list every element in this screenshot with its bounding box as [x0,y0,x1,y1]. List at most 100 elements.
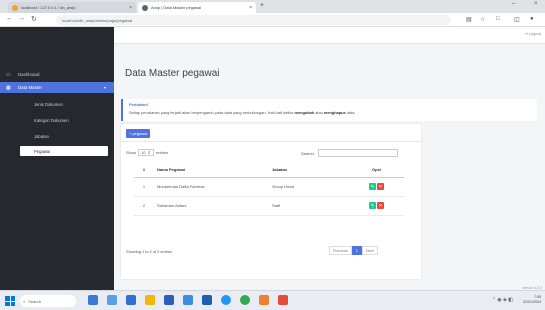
add-pegawai-button[interactable]: + pegawai [126,129,151,138]
edge-icon[interactable] [221,295,231,305]
sidebar-item-data-master[interactable]: ▦ Data Master ▾ [0,82,114,93]
minimize-icon[interactable]: – [512,1,515,7]
pegawai-card: + pegawai Show 10 ⇕ entries Search: # Na… [121,124,421,279]
sidebar-sub-jabatan[interactable]: Jabatan [20,131,108,141]
app-shield-icon[interactable] [183,295,193,305]
column-header: Opsi [349,162,404,178]
monitor-icon: ▭ [6,71,11,78]
page-1-button[interactable]: 1 [351,246,362,255]
app-window-icon[interactable] [126,295,136,305]
phpmyadmin-icon [12,4,18,11]
bookmark-star-icon[interactable]: ☆ [480,16,485,23]
app-topbar: ⇥ Logout [114,27,545,44]
alert-bold-text: mengubah [294,110,315,115]
globe-icon [142,4,148,11]
clock-date: 22/01/2024 [523,300,541,304]
app-grid-icon[interactable] [164,295,174,305]
page-length-control: Show 10 ⇕ entries [126,149,168,156]
edit-icon[interactable]: ✎ [369,183,376,190]
alert-bold-text: menghapus [323,110,346,115]
pegawai-table: # Nama Pegawai Jabatan Opsi 1 Muhammad D… [134,162,404,216]
address-bar[interactable]: localhost/db_arsip/admin/page/pegawai [56,15,451,25]
new-tab-icon[interactable]: + [260,2,264,9]
sidebar-sub-pegawai[interactable]: Pegawai [20,146,108,156]
page-length-select[interactable]: 10 ⇕ [138,149,155,156]
sidebar-sub-label: Jenis Dokumen [34,101,63,107]
main-content: Data Master pegawai Perhatian! Setiap pe… [114,44,545,290]
table-search: Search: [301,149,398,157]
chevron-down-icon: ▾ [103,85,106,90]
alert-text-part: data. [345,110,356,115]
sidebar-sub-label: Jabatan [34,133,49,139]
taskbar-search[interactable]: ⌕ Search [20,295,76,307]
tab-close-icon[interactable]: × [129,5,132,11]
back-icon[interactable]: ← [6,15,13,22]
tab-label: Arsip | Data Master pegawai [151,5,202,10]
delete-icon[interactable]: ✕ [377,183,384,190]
alert-text-part: atau [314,110,324,115]
sidebar-item-label: Dashboard [18,72,40,77]
sidebar-sub-kategori-dokumen[interactable]: Kategori Dokumen [20,115,108,125]
taskbar-search-placeholder: Search [28,298,41,304]
chevron-updown-icon: ⇕ [147,151,151,155]
browser-tab-active[interactable]: Arsip | Data Master pegawai × [138,2,256,13]
taskbar: ⌕ Search ⌃ ◉ ◈ ◧ 7:55 22/01/2024 [0,290,545,310]
logout-link[interactable]: ⇥ Logout [524,31,541,36]
system-tray-icons[interactable]: ⌃ ◉ ◈ ◧ [492,297,513,303]
profile-icon[interactable]: ● [530,16,534,22]
jabatan-cell: Staff [269,196,349,216]
next-page-button[interactable]: Next [361,246,378,255]
page-length-value: 10 [141,150,146,155]
alert-title: Perhatian! [129,102,149,107]
sidebar-item-dashboard[interactable]: ▭ Dashboard [0,69,114,80]
translate-icon[interactable]: ▤ [466,16,472,23]
app-ship-icon[interactable] [88,295,98,305]
edit-icon[interactable]: ✎ [369,202,376,209]
search-icon: ⌕ [23,298,26,304]
page-title: Data Master pegawai [125,68,220,79]
tab-close-icon[interactable]: × [249,5,252,11]
app-blue-icon[interactable] [202,295,212,305]
windows-start-icon[interactable] [5,296,15,306]
table-header-row: # Nama Pegawai Jabatan Opsi [134,162,404,178]
chrome-icon[interactable] [240,295,250,305]
browser-tab-phpmyadmin[interactable]: localhost / 127.0.0.1 / db_arsip × [8,2,136,13]
delete-icon[interactable]: ✕ [377,202,384,209]
column-header[interactable]: Nama Pegawai [154,162,269,178]
reload-icon[interactable]: ↻ [31,15,37,23]
tab-label: localhost / 127.0.0.1 / db_arsip [21,5,76,10]
logout-label: Logout [528,31,541,36]
file-explorer-icon[interactable] [145,295,155,305]
taskbar-clock[interactable]: 7:55 22/01/2024 [523,295,541,305]
app-landscape-icon[interactable] [107,295,117,305]
split-view-icon[interactable]: ◫ [514,16,520,23]
column-header[interactable]: # [134,162,154,178]
url-text: localhost/db_arsip/admin/page/pegawai [62,17,133,23]
search-label: Search: [301,150,315,156]
forward-icon[interactable]: → [18,15,25,22]
sidebar-sub-jenis-dokumen[interactable]: Jenis Dokumen [20,99,108,109]
app-red-icon[interactable] [278,295,288,305]
nama-pegawai-cell: Sarlaman Adtani [154,196,269,216]
close-window-icon[interactable]: × [534,1,538,7]
sidebar-sub-label: Kategori Dokumen [34,117,69,123]
opsi-cell: ✎ ✕ [349,196,404,216]
alert-text: Setiap perubahan yang terjadi akan berpe… [129,110,531,115]
table-row: 2 Sarlaman Adtani Staff ✎ ✕ [134,196,404,216]
sidebar-panel-icon[interactable]: □ [496,16,500,22]
opsi-cell: ✎ ✕ [349,177,404,197]
search-input[interactable] [317,149,398,157]
pagination: Previous 1 Next [329,246,378,255]
warning-alert: Perhatian! Setiap perubahan yang terjadi… [121,99,537,121]
row-number: 1 [134,177,154,197]
column-header[interactable]: Jabatan [269,162,349,178]
browser-toolbar: ← → ↻ localhost/db_arsip/admin/page/pega… [0,13,545,27]
show-label: Show [126,150,137,155]
card-header: + pegawai [121,124,421,142]
previous-page-button[interactable]: Previous [329,246,352,255]
jabatan-cell: Group Head [269,177,349,197]
table-info: Showing 1 to 2 of 2 entries [126,249,173,254]
taskbar-apps [88,295,288,305]
sidebar-sub-label: Pegawai [34,148,51,154]
app-orange-icon[interactable] [259,295,269,305]
